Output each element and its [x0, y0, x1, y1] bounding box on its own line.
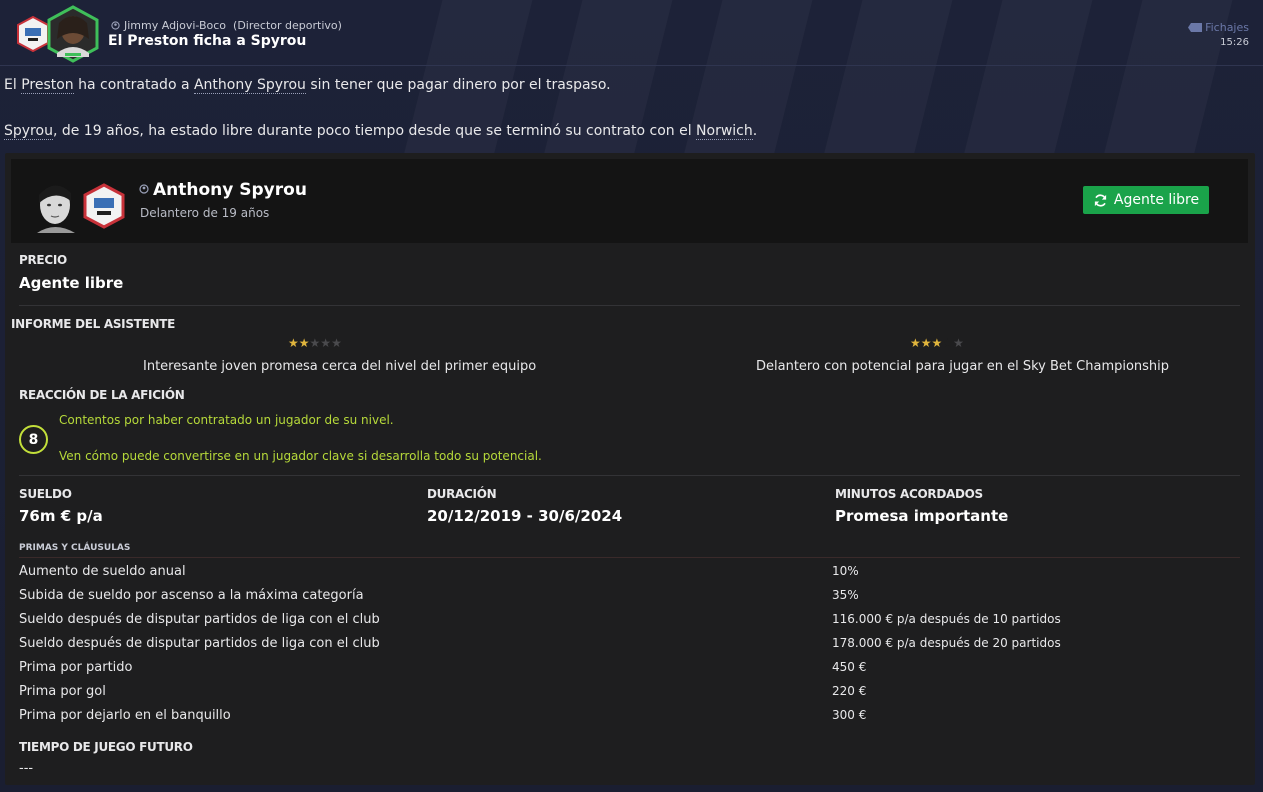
message-subject: El Preston ficha a Spyrou — [108, 33, 307, 49]
divider — [19, 305, 1240, 306]
assistant-report-text-1: Interesante joven promesa cerca del nive… — [143, 359, 537, 374]
message-header: Jimmy Adjovi-Boco (Director deportivo) E… — [0, 0, 1263, 66]
sender-role: (Director deportivo) — [233, 19, 342, 32]
bonus-row-name: Prima por partido — [19, 660, 133, 675]
person-icon — [111, 21, 120, 30]
category-tag-label: Fichajes — [1205, 21, 1249, 34]
message-time: 15:26 — [1220, 37, 1249, 48]
duration-label: DURACIÓN — [427, 487, 497, 501]
divider — [19, 557, 1240, 558]
star-icon: ★ — [320, 336, 332, 350]
player-name[interactable]: Anthony Spyrou — [139, 180, 307, 200]
salary-value: 76m € p/a — [19, 507, 103, 525]
free-agent-button[interactable]: Agente libre — [1083, 186, 1209, 214]
player-header: Anthony Spyrou Delantero de 19 años Agen… — [11, 159, 1248, 243]
free-agent-button-label: Agente libre — [1113, 192, 1200, 208]
message-paragraph-1: El Preston ha contratado a Anthony Spyro… — [4, 77, 611, 94]
bonus-row-name: Prima por dejarlo en el banquillo — [19, 708, 231, 723]
bonus-row-name: Sueldo después de disputar partidos de l… — [19, 636, 380, 651]
star-rating-1: ★★★★★ — [288, 336, 342, 350]
player-link-spyrou[interactable]: Anthony Spyrou — [193, 77, 306, 94]
text-fragment: , de 19 años, ha estado libre durante po… — [52, 123, 697, 139]
club-link-norwich[interactable]: Norwich — [696, 123, 753, 140]
assistant-report-label: INFORME DEL ASISTENTE — [11, 317, 175, 331]
sender-name[interactable]: Jimmy Adjovi-Boco — [124, 19, 226, 32]
bonus-row-value: 10% — [832, 564, 859, 578]
star-icon: ★ — [331, 336, 342, 350]
star-icon: ★ — [953, 336, 964, 350]
bonus-row-value: 450 € — [832, 660, 867, 674]
message-paragraph-2: Spyrou, de 19 años, ha estado libre dura… — [4, 123, 758, 140]
bonus-row-value: 116.000 € p/a después de 10 partidos — [832, 612, 1061, 626]
tag-icon — [1188, 23, 1203, 32]
refresh-icon — [1094, 193, 1106, 207]
star-icon: ★ — [298, 336, 310, 350]
fan-reaction-label: REACCIÓN DE LA AFICIÓN — [19, 388, 185, 402]
bonus-row-name: Subida de sueldo por ascenso a la máxima… — [19, 588, 364, 603]
star-icon: ★ — [920, 336, 932, 350]
bonus-row-name: Aumento de sueldo anual — [19, 564, 186, 579]
club-link-preston[interactable]: Preston — [21, 77, 74, 94]
bonus-row-value: 35% — [832, 588, 859, 602]
fan-reaction-line-2: Ven cómo puede convertirse en un jugador… — [59, 449, 542, 463]
bonus-row-name: Sueldo después de disputar partidos de l… — [19, 612, 380, 627]
star-icon: ★ — [942, 336, 954, 350]
duration-value: 20/12/2019 - 30/6/2024 — [427, 507, 623, 525]
text-fragment: ha contratado a — [73, 77, 194, 93]
category-tag[interactable]: Fichajes — [1188, 21, 1249, 34]
fan-reaction-score: 8 — [19, 425, 48, 454]
star-icon: ★ — [931, 336, 943, 350]
transfer-card: Anthony Spyrou Delantero de 19 años Agen… — [5, 153, 1255, 785]
future-playing-time-value: --- — [19, 761, 34, 776]
future-playing-time-label: TIEMPO DE JUEGO FUTURO — [19, 740, 193, 754]
star-icon: ★ — [309, 336, 321, 350]
minutes-value: Promesa importante — [835, 507, 1009, 525]
divider — [19, 475, 1240, 476]
price-value: Agente libre — [19, 274, 124, 292]
star-icon: ★ — [288, 336, 299, 350]
player-photo[interactable] — [31, 175, 83, 233]
star-icon: ★ — [910, 336, 921, 350]
bonus-row-value: 178.000 € p/a después de 20 partidos — [832, 636, 1061, 650]
text-fragment: El — [4, 77, 22, 93]
star-rating-2: ★★★★★ — [910, 336, 964, 350]
text-fragment: sin tener que pagar dinero por el traspa… — [305, 77, 611, 93]
bonus-row-value: 300 € — [832, 708, 867, 722]
bonus-row-value: 220 € — [832, 684, 867, 698]
club-crest-icon[interactable] — [81, 183, 127, 229]
fan-reaction-line-1: Contentos por haber contratado un jugado… — [59, 413, 394, 427]
assistant-report-text-2: Delantero con potencial para jugar en el… — [756, 359, 1170, 374]
bonuses-label: PRIMAS Y CLÁUSULAS — [19, 543, 131, 553]
price-label: PRECIO — [19, 253, 67, 267]
player-name-text: Anthony Spyrou — [153, 180, 307, 200]
salary-label: SUELDO — [19, 487, 72, 501]
player-description: Delantero de 19 años — [140, 206, 270, 220]
text-fragment: . — [752, 123, 758, 139]
sender-avatar[interactable] — [44, 5, 102, 63]
sender-line: Jimmy Adjovi-Boco (Director deportivo) — [111, 19, 342, 32]
player-link-spyrou-2[interactable]: Spyrou — [4, 123, 53, 140]
person-icon — [139, 184, 149, 194]
bonus-row-name: Prima por gol — [19, 684, 106, 699]
minutes-label: MINUTOS ACORDADOS — [835, 487, 983, 501]
